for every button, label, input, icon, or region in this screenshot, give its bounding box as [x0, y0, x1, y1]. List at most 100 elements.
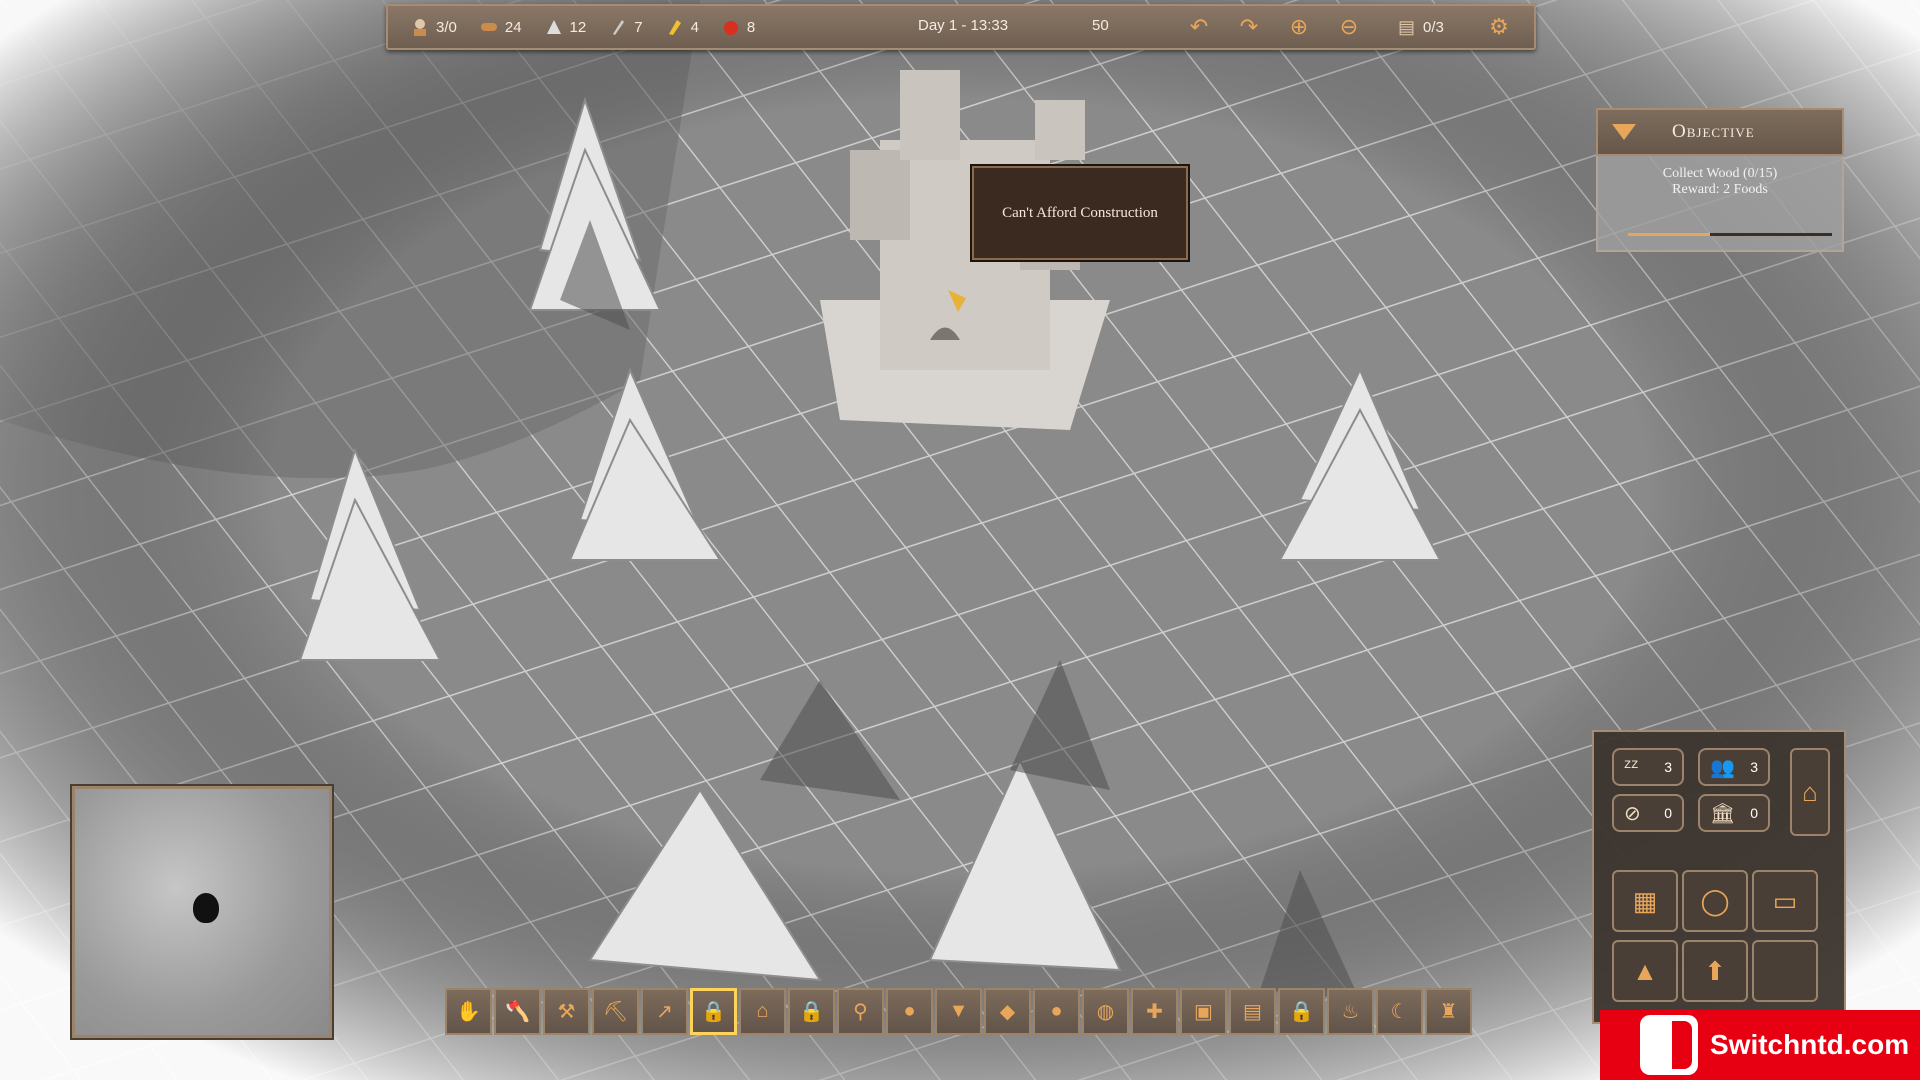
minimap[interactable]: [72, 786, 332, 1038]
switch-logo-icon: [1640, 1015, 1698, 1075]
resource-value: 8: [746, 18, 756, 36]
redo-button[interactable]: ↷: [1234, 12, 1264, 42]
carrot-icon: ▼: [948, 1000, 969, 1022]
stat-value: 3: [1750, 759, 1758, 775]
tool-button[interactable]: ♨: [1327, 988, 1374, 1035]
tool-button[interactable]: ⌂: [739, 988, 786, 1035]
resource-iron: 7: [608, 17, 643, 37]
people-icon: 👥: [1710, 756, 1735, 779]
tool-button[interactable]: ●: [886, 988, 933, 1035]
pumpkin-icon: ●: [1050, 1000, 1063, 1022]
villager-icon: [410, 17, 430, 37]
quota[interactable]: ▤ 0/3: [1398, 17, 1444, 38]
home-button[interactable]: ⌂: [1790, 748, 1830, 836]
torch-icon: ♨: [1341, 1001, 1360, 1023]
stat-blocked: ⊘ 0: [1612, 794, 1684, 832]
resource-value: 4: [690, 18, 699, 36]
tool-button[interactable]: ⚒: [543, 988, 590, 1035]
resource-food: 8: [721, 17, 755, 37]
food-icon: [721, 17, 741, 37]
objective-reward: Reward: 2 Foods: [1672, 182, 1768, 197]
bank-icon: 🏛: [1710, 802, 1736, 825]
objective-task: Collect Wood (0/15): [1662, 166, 1778, 181]
gold-icon: [665, 17, 685, 37]
stat-buildings: 🏛 0: [1698, 794, 1770, 832]
tool-button[interactable]: ✋: [445, 988, 492, 1035]
tool-button[interactable]: 🔒: [690, 988, 737, 1035]
stone-icon: [544, 17, 564, 37]
melon-icon: ◍: [1096, 1001, 1115, 1023]
tool-button[interactable]: ✚: [1131, 988, 1178, 1035]
tool-button[interactable]: ▤: [1229, 988, 1276, 1035]
resource-value: 3/0: [436, 18, 457, 36]
resource-value: 12: [569, 18, 587, 36]
tool-button[interactable]: ⛏: [592, 988, 639, 1035]
axe-icon: 🪓: [505, 1001, 530, 1023]
tool-icon: ✚: [1146, 1001, 1163, 1023]
chair-icon: ♜: [1439, 1001, 1458, 1023]
watermark: Switchntd.com: [1600, 1010, 1920, 1080]
undo-button[interactable]: ↶: [1184, 12, 1214, 42]
stat-value: 0: [1750, 805, 1758, 821]
objective-header[interactable]: Objective: [1596, 108, 1844, 156]
tool-button[interactable]: ♜: [1425, 988, 1472, 1035]
stat-value: 3: [1664, 759, 1672, 775]
tool-button[interactable]: 🔒: [1278, 988, 1325, 1035]
tool-button[interactable]: ⚲: [837, 988, 884, 1035]
tool-button[interactable]: ☾: [1376, 988, 1423, 1035]
tooltip-text: Can't Afford Construction: [1002, 204, 1158, 221]
ring-icon: ◯: [1700, 885, 1730, 916]
lock-icon: 🔒: [799, 1001, 824, 1023]
chest-icon: ▣: [1194, 1001, 1213, 1023]
lock-icon: 🔒: [701, 1001, 726, 1023]
settings-button[interactable]: ⚙: [1484, 12, 1514, 42]
village-panel: ᶻᶻ 3 👥 3 ⊘ 0 🏛 0 ⌂ ▦ ◯ ▭ ▲ ⬆: [1592, 730, 1846, 1024]
triangle-up-icon: ▲: [1632, 955, 1658, 986]
rotate-button[interactable]: ◯: [1682, 870, 1748, 932]
tool-button[interactable]: ●: [1033, 988, 1080, 1035]
frame-button[interactable]: ▭: [1752, 870, 1818, 932]
tool-button[interactable]: ↗: [641, 988, 688, 1035]
player-marker-icon: [193, 893, 219, 923]
undo-icon: ↶: [1189, 14, 1209, 39]
zoom-in-button[interactable]: ⊕: [1284, 12, 1314, 42]
blocked-icon: ⊘: [1624, 802, 1641, 825]
lock-icon: 🔒: [1289, 1001, 1314, 1023]
objective-body: Collect Wood (0/15) Reward: 2 Foods: [1596, 156, 1844, 252]
hand-icon: ✋: [456, 1001, 481, 1023]
grid-button[interactable]: ▦: [1612, 870, 1678, 932]
zoom-out-icon: ⊖: [1339, 14, 1359, 39]
tree-button[interactable]: ⬆: [1682, 940, 1748, 1002]
sleep-icon: ᶻᶻ: [1624, 755, 1639, 778]
collapse-icon[interactable]: [1612, 124, 1636, 140]
stat-sleep: ᶻᶻ 3: [1612, 748, 1684, 786]
tool-button[interactable]: ▼: [935, 988, 982, 1035]
grid-icon: ▦: [1632, 885, 1658, 916]
home-icon: ⌂: [1802, 776, 1818, 807]
hammer-icon: ⚒: [557, 1001, 576, 1023]
wood-icon: [479, 17, 499, 37]
resource-gold: 4: [665, 17, 699, 37]
sickle-icon: ☾: [1390, 1001, 1409, 1023]
zoom-out-button[interactable]: ⊖: [1334, 12, 1364, 42]
watermark-text: Switchntd.com: [1710, 1029, 1910, 1060]
empty-button[interactable]: [1752, 940, 1818, 1002]
tool-button[interactable]: ◆: [984, 988, 1031, 1035]
stat-population: 👥 3: [1698, 748, 1770, 786]
tool-button[interactable]: ◍: [1082, 988, 1129, 1035]
gear-icon: ⚙: [1489, 14, 1509, 39]
objective-title: Objective: [1672, 121, 1755, 142]
resource-value: 24: [504, 18, 522, 36]
resource-value: 7: [634, 18, 643, 36]
corn-icon: ◆: [999, 1001, 1016, 1023]
raise-button[interactable]: ▲: [1612, 940, 1678, 1002]
book-icon: ▤: [1243, 1001, 1262, 1023]
stat-value: 0: [1664, 805, 1672, 821]
tool-button[interactable]: 🪓: [494, 988, 541, 1035]
score: 50: [1092, 17, 1109, 34]
day-time: Day 1 - 13:33: [918, 17, 1009, 34]
scroll-icon: ▤: [1398, 17, 1416, 37]
tool-button[interactable]: ▣: [1180, 988, 1227, 1035]
resource-villagers: 3/0: [410, 17, 457, 37]
tool-button[interactable]: 🔒: [788, 988, 835, 1035]
